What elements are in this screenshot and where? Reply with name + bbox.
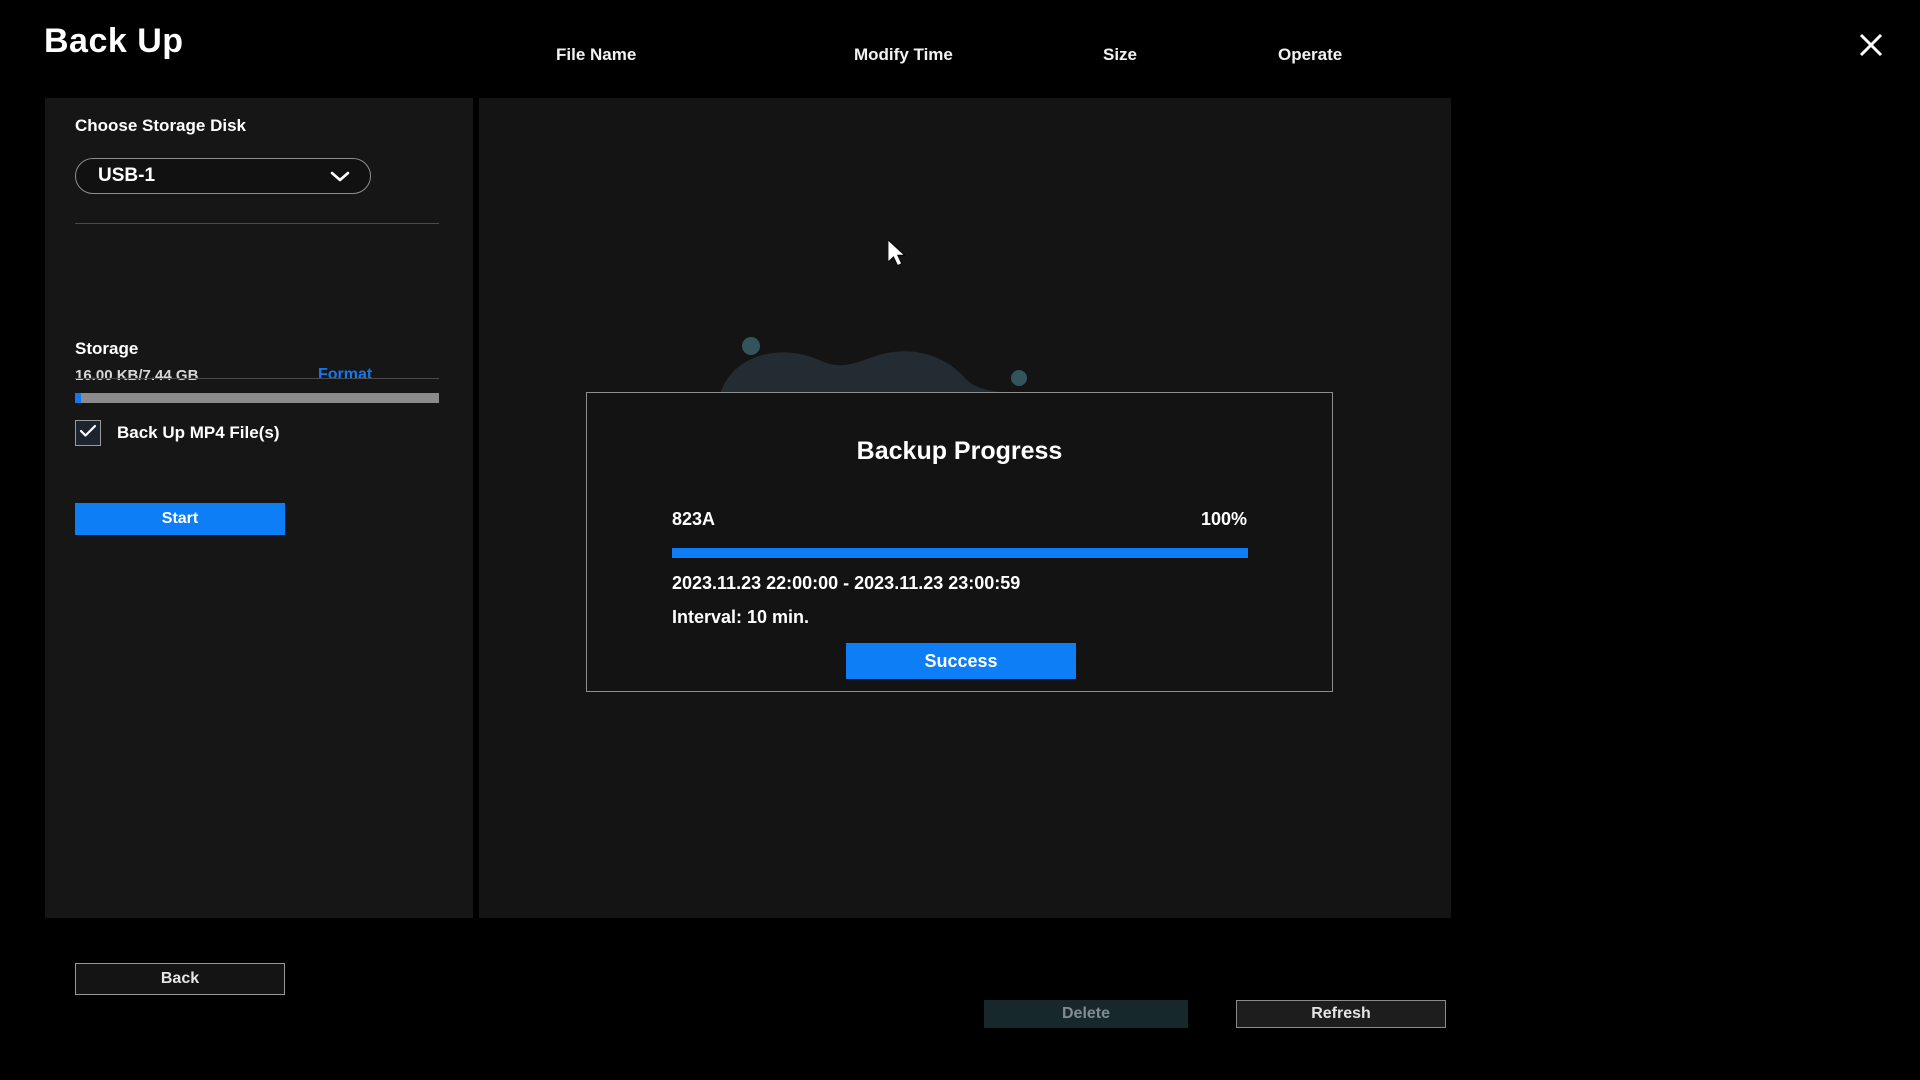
backup-mp4-checkbox-row[interactable]: Back Up MP4 File(s) [75,420,280,446]
chevron-down-icon [330,170,350,183]
storage-usage-bar [75,393,439,403]
check-icon [79,424,97,443]
storage-usage-text: 16.00 KB/7.44 GB [75,367,199,384]
storage-usage-bar-fill [75,393,81,403]
backup-time-range: 2023.11.23 22:00:00 - 2023.11.23 23:00:5… [672,573,1021,593]
backup-progress-title: Backup Progress [856,437,1063,465]
backup-mp4-label: Back Up MP4 File(s) [117,423,280,442]
column-header-operate[interactable]: Operate [1278,45,1342,65]
backup-status-button[interactable]: Success [846,643,1076,679]
backup-file-name: 823A [672,509,716,529]
storage-label: Storage [75,339,139,358]
start-button[interactable]: Start [75,503,285,535]
backup-progress-dialog: Backup Progress 823A 100% 2023.11.23 22:… [586,392,1333,692]
backup-progress-bar-fill [672,548,1248,558]
backup-mp4-checkbox[interactable] [75,420,101,446]
delete-button[interactable]: Delete [984,1000,1188,1028]
refresh-button[interactable]: Refresh [1236,1000,1446,1028]
storage-disk-select[interactable]: USB-1 [75,158,371,194]
close-button[interactable] [1852,26,1890,64]
storage-disk-selected-value: USB-1 [98,165,156,186]
divider-bottom [75,378,439,379]
column-header-file-name[interactable]: File Name [556,45,636,65]
backup-interval: Interval: 10 min. [672,607,810,627]
page-title: Back Up [44,22,184,60]
choose-storage-disk-label: Choose Storage Disk [75,116,246,135]
file-table-header: File Name Modify Time Size Operate [480,45,1480,75]
close-icon [1858,32,1884,58]
storage-settings-panel: Choose Storage Disk USB-1 Storage 16.00 … [45,98,473,995]
column-header-size[interactable]: Size [1103,45,1137,65]
divider-top [75,223,439,224]
back-button[interactable]: Back [75,963,285,995]
column-header-modify-time[interactable]: Modify Time [854,45,953,65]
backup-progress-bar [672,548,1248,558]
format-button[interactable]: Format [318,366,372,384]
backup-percent-label: 100% [1200,509,1247,529]
